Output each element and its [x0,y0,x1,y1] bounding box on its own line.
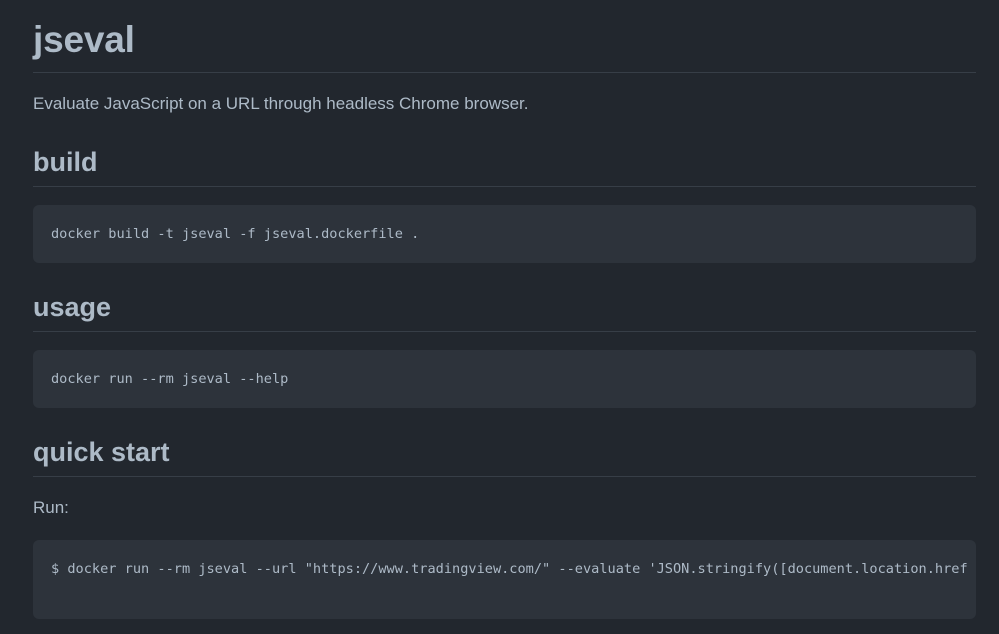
title-divider [33,72,976,73]
code-build[interactable]: docker build -t jseval -f jseval.dockerf… [51,224,976,244]
heading-quick-start: quick start [33,437,170,467]
quick-start-divider [33,476,976,477]
build-divider [33,186,976,187]
heading-build: build [33,147,98,177]
page-title: jseval [33,19,135,60]
usage-divider [33,331,976,332]
description: Evaluate JavaScript on a URL through hea… [33,94,529,113]
code-block-quick-start[interactable]: $ docker run --rm jseval --url "https://… [33,540,976,619]
code-usage[interactable]: docker run --rm jseval --help [51,369,976,389]
code-quick-start[interactable]: $ docker run --rm jseval --url "https://… [51,559,976,579]
code-block-usage[interactable]: docker run --rm jseval --help [33,350,976,408]
heading-usage: usage [33,292,112,322]
code-block-build[interactable]: docker build -t jseval -f jseval.dockerf… [33,205,976,263]
quick-start-intro: Run: [33,498,69,517]
